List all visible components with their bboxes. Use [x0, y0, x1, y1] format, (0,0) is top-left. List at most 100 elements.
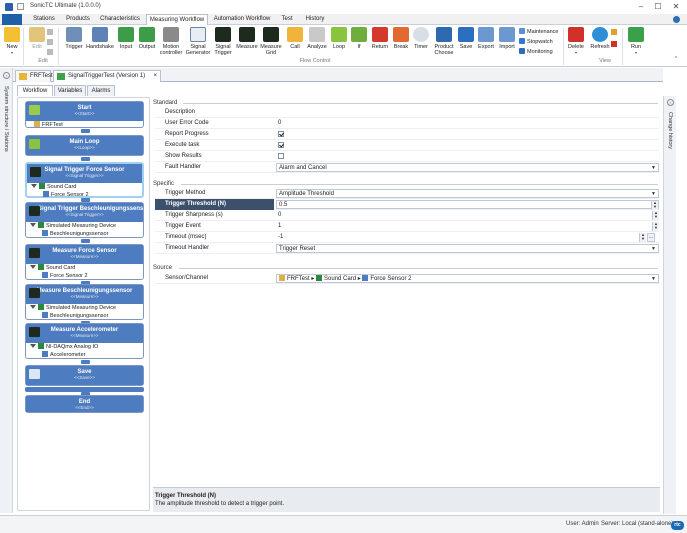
prop-fault-handler[interactable]: Fault Handler Alarm and Cancel ▼: [155, 162, 659, 173]
right-side-panel[interactable]: ‹ Change history: [663, 96, 676, 514]
tab-products[interactable]: Products: [61, 14, 95, 25]
expand-icon[interactable]: [30, 265, 36, 269]
tab-workflow[interactable]: Workflow: [17, 85, 53, 96]
close-button[interactable]: ✕: [668, 1, 684, 12]
quick-access-icon[interactable]: [17, 3, 24, 10]
timeout-input[interactable]: -1 ▲ ▼...: [276, 233, 655, 242]
error-icon[interactable]: [611, 41, 617, 47]
spinner-icon[interactable]: ▲ ▼: [652, 222, 659, 231]
chevron-down-icon[interactable]: ▼: [651, 245, 656, 254]
input-button[interactable]: Input: [116, 27, 136, 50]
prop-execute-task[interactable]: Execute task: [155, 140, 659, 151]
output-button[interactable]: Output: [137, 27, 157, 50]
sensor-channel-select[interactable]: FRFTest ▸ Sound Card ▸ Force Sensor 2 ▼: [276, 274, 659, 283]
spinner-icon[interactable]: ▲ ▼: [639, 233, 646, 242]
expand-left-icon[interactable]: ›: [3, 72, 10, 79]
prop-trigger-event[interactable]: Trigger Event 1 ▲ ▼: [155, 221, 659, 232]
change-history-label[interactable]: Change history: [667, 112, 673, 149]
workflow-step[interactable]: Measure Beschleunigungssensor <<Measure>>…: [25, 284, 144, 320]
system-structure-label[interactable]: System structure / Stations: [3, 86, 9, 152]
loop-button[interactable]: Loop: [329, 27, 349, 50]
timer-button[interactable]: Timer: [411, 27, 431, 50]
if-button[interactable]: If: [350, 27, 368, 50]
minimize-button[interactable]: –: [633, 1, 649, 12]
product-choose-button[interactable]: Product Choose: [432, 27, 456, 56]
workflow-step-selected[interactable]: Signal Trigger Force Sensor <<Signal Trig…: [25, 162, 144, 198]
description-input[interactable]: [276, 108, 659, 117]
signal-trigger-button[interactable]: Signal Trigger: [212, 27, 234, 56]
user-error-code-input[interactable]: 0: [276, 119, 659, 128]
doc-tab-frftest[interactable]: FRFTest: [15, 70, 53, 82]
doc-tab-signaltriggertest[interactable]: SignalTriggerTest (Version 1) ×: [53, 70, 161, 82]
tab-history[interactable]: History: [300, 14, 330, 25]
break-button[interactable]: Break: [392, 27, 410, 50]
tab-stations[interactable]: Stations: [28, 14, 60, 25]
execute-task-checkbox[interactable]: [278, 142, 284, 148]
expand-icon[interactable]: [31, 184, 37, 188]
signal-generator-button[interactable]: Signal Generator: [185, 27, 211, 56]
new-button[interactable]: New ▾: [3, 27, 21, 55]
trigger-event-input[interactable]: 1 ▲ ▼: [276, 222, 659, 231]
workflow-step[interactable]: Measure Accelerometer <<Measure>> NI-DAQm…: [25, 323, 144, 359]
report-progress-checkbox[interactable]: [278, 131, 284, 137]
delete-button[interactable]: Delete ▾: [566, 27, 586, 55]
trigger-method-select[interactable]: Amplitude Threshold ▼: [276, 189, 659, 198]
chevron-down-icon[interactable]: ▼: [651, 275, 656, 284]
close-tab-icon[interactable]: ×: [153, 71, 157, 82]
copy-icon[interactable]: [47, 39, 53, 45]
workflow-step[interactable]: Main Loop <<Loop>>: [25, 135, 144, 156]
import-button[interactable]: Import: [497, 27, 517, 50]
prop-report-progress[interactable]: Report Progress: [155, 129, 659, 140]
left-side-panel[interactable]: › System structure / Stations: [0, 68, 13, 513]
tab-test[interactable]: Test: [276, 14, 298, 25]
spinner-icon[interactable]: ▲ ▼: [652, 211, 659, 220]
workflow-step[interactable]: End <<End>>: [25, 395, 144, 413]
alert-icon[interactable]: [611, 29, 617, 35]
refresh-button[interactable]: Refresh: [589, 27, 611, 50]
trigger-threshold-input[interactable]: 0.5 ▲ ▼: [276, 200, 659, 210]
expand-icon[interactable]: [30, 223, 36, 227]
tab-alarms[interactable]: Alarms: [87, 85, 115, 96]
handshake-button[interactable]: Handshake: [86, 27, 114, 50]
cut-icon[interactable]: [47, 49, 53, 55]
prop-sensor-channel[interactable]: Sensor/Channel FRFTest ▸ Sound Card ▸ Fo…: [155, 273, 659, 284]
run-button[interactable]: Run ▾: [627, 27, 645, 55]
menu-app-button[interactable]: [2, 14, 22, 25]
save-button[interactable]: Save: [457, 27, 475, 50]
prop-trigger-sharpness[interactable]: Trigger Sharpness (s) 0 ▲ ▼: [155, 210, 659, 221]
motion-controller-button[interactable]: Motion controller: [158, 27, 184, 56]
help-icon[interactable]: [673, 16, 680, 23]
prop-trigger-method[interactable]: Trigger Method Amplitude Threshold ▼: [155, 188, 659, 199]
return-button[interactable]: Return: [369, 27, 391, 50]
tab-variables[interactable]: Variables: [54, 85, 86, 96]
prop-user-error-code[interactable]: User Error Code 0: [155, 118, 659, 129]
chevron-down-icon[interactable]: ▼: [651, 164, 656, 173]
workflow-step[interactable]: Start <<Start>> FRFTest: [25, 101, 144, 128]
measure-grid-button[interactable]: Measure Grid: [260, 27, 282, 56]
workflow-step[interactable]: Save <<Save>>: [25, 365, 144, 386]
spinner-icon[interactable]: ▲ ▼: [651, 201, 658, 210]
measure-button[interactable]: Measure: [235, 27, 259, 50]
prop-timeout[interactable]: Timeout (msec) -1 ▲ ▼...: [155, 232, 659, 243]
clipboard-icon[interactable]: [47, 29, 53, 35]
chevron-down-icon[interactable]: ▼: [651, 190, 656, 199]
workflow-step[interactable]: Signal Trigger Beschleunigungssensor <<Si…: [25, 202, 144, 238]
tab-automation-workflow[interactable]: Automation Workflow: [210, 14, 274, 25]
prop-show-results[interactable]: Show Results: [155, 151, 659, 162]
fault-handler-select[interactable]: Alarm and Cancel ▼: [276, 163, 659, 172]
prop-description[interactable]: Description: [155, 107, 659, 118]
tab-characteristics[interactable]: Characteristics: [96, 14, 144, 25]
export-button[interactable]: Export: [476, 27, 496, 50]
ribbon-collapse-icon[interactable]: ^: [675, 56, 677, 62]
trigger-sharpness-input[interactable]: 0 ▲ ▼: [276, 211, 659, 220]
expand-icon[interactable]: [30, 305, 36, 309]
call-button[interactable]: Call: [285, 27, 305, 50]
show-results-checkbox[interactable]: [278, 153, 284, 159]
monitoring-item[interactable]: Monitoring: [519, 48, 553, 55]
edit-button[interactable]: Edit: [27, 27, 47, 50]
prop-trigger-threshold[interactable]: Trigger Threshold (N) 0.5 ▲ ▼: [155, 199, 659, 210]
timeout-handler-select[interactable]: Trigger Reset ▼: [276, 244, 659, 253]
maximize-button[interactable]: ☐: [650, 1, 666, 12]
expand-right-icon[interactable]: ‹: [667, 99, 674, 106]
analyze-button[interactable]: Analyze: [306, 27, 328, 50]
